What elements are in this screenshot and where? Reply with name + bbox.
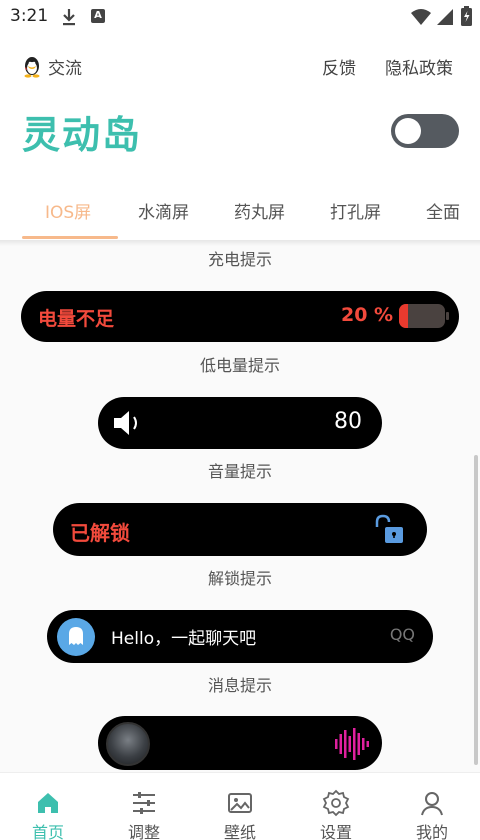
qq-group-link[interactable]: 交流	[22, 54, 82, 79]
nav-settings[interactable]: 设置	[288, 773, 384, 840]
low-battery-text: 电量不足	[38, 308, 115, 330]
header: 交流 反馈 隐私政策 灵动岛 IOS屏 水滴屏 药丸屏 打孔屏 全面	[0, 34, 480, 240]
scrollbar[interactable]	[474, 455, 478, 765]
qq-ghost-icon	[69, 627, 83, 645]
nav-home-label: 首页	[31, 823, 64, 840]
low-battery-percent: 20 %	[341, 304, 394, 326]
user-icon	[421, 792, 443, 816]
bottom-nav: 首页 调整 壁纸 设置 我的	[0, 772, 480, 840]
nav-wallpaper-label: 壁纸	[223, 823, 256, 840]
app-title: 灵动岛	[22, 113, 143, 157]
nav-home[interactable]: 首页	[0, 773, 96, 840]
nav-me[interactable]: 我的	[384, 773, 480, 840]
download-icon	[63, 9, 75, 26]
gear-icon	[322, 789, 350, 817]
sliders-icon	[133, 792, 155, 814]
low-battery-fill	[399, 304, 408, 328]
signal-icon	[437, 9, 453, 25]
status-time: 3:21	[10, 6, 49, 26]
nav-wallpaper[interactable]: 壁纸	[192, 773, 288, 840]
tab-pill[interactable]: 药丸屏	[234, 198, 285, 223]
audio-wave-icon	[335, 728, 369, 760]
volume-preview[interactable]: 80	[98, 397, 382, 449]
charging-caption: 充电提示	[207, 250, 272, 269]
tab-ios[interactable]: IOS屏	[45, 198, 91, 223]
volume-value: 80	[334, 409, 362, 434]
speaker-icon	[114, 411, 137, 435]
notification-a-icon: A	[91, 9, 105, 23]
screen-type-tabs: IOS屏 水滴屏 药丸屏 打孔屏 全面	[0, 194, 480, 240]
qq-avatar	[57, 618, 95, 656]
message-text: Hello，一起聊天吧	[111, 629, 257, 649]
nav-settings-label: 设置	[319, 823, 352, 840]
feedback-link[interactable]: 反馈	[322, 54, 356, 79]
low-battery-caption: 低电量提示	[199, 356, 280, 375]
privacy-policy-link[interactable]: 隐私政策	[385, 54, 453, 79]
low-battery-gauge	[399, 304, 445, 328]
image-icon	[228, 793, 252, 813]
qq-link-label: 交流	[48, 59, 82, 79]
qq-penguin-icon	[24, 56, 40, 78]
battery-charging-icon	[461, 6, 472, 26]
volume-caption: 音量提示	[207, 462, 272, 481]
message-preview[interactable]: Hello，一起聊天吧 QQ	[47, 610, 433, 663]
preview-list[interactable]: 充电提示 电量不足 20 % 低电量提示 80 音量提示 已解锁 解锁提示 He…	[0, 240, 480, 772]
unlock-text: 已解锁	[70, 521, 130, 545]
unlock-preview[interactable]: 已解锁	[53, 503, 427, 556]
message-source: QQ	[389, 625, 415, 644]
music-cover-avatar	[106, 722, 150, 766]
nav-adjust[interactable]: 调整	[96, 773, 192, 840]
music-preview[interactable]	[98, 716, 382, 770]
island-enable-toggle[interactable]	[391, 114, 459, 148]
toggle-knob	[395, 118, 421, 144]
low-battery-cap	[446, 312, 449, 320]
home-icon	[38, 793, 58, 813]
active-tab-indicator	[22, 236, 118, 239]
message-caption: 消息提示	[207, 676, 272, 695]
tab-punch-hole[interactable]: 打孔屏	[330, 198, 381, 223]
nav-me-label: 我的	[415, 823, 448, 840]
nav-adjust-label: 调整	[127, 823, 160, 840]
unlock-caption: 解锁提示	[207, 569, 272, 588]
tab-waterdrop[interactable]: 水滴屏	[138, 198, 189, 223]
tab-fullscreen[interactable]: 全面	[426, 198, 460, 223]
unlock-padlock-icon	[375, 514, 403, 543]
wifi-icon	[411, 9, 431, 25]
low-battery-preview[interactable]: 电量不足 20 %	[21, 291, 459, 342]
status-bar: 3:21 A	[0, 0, 480, 34]
